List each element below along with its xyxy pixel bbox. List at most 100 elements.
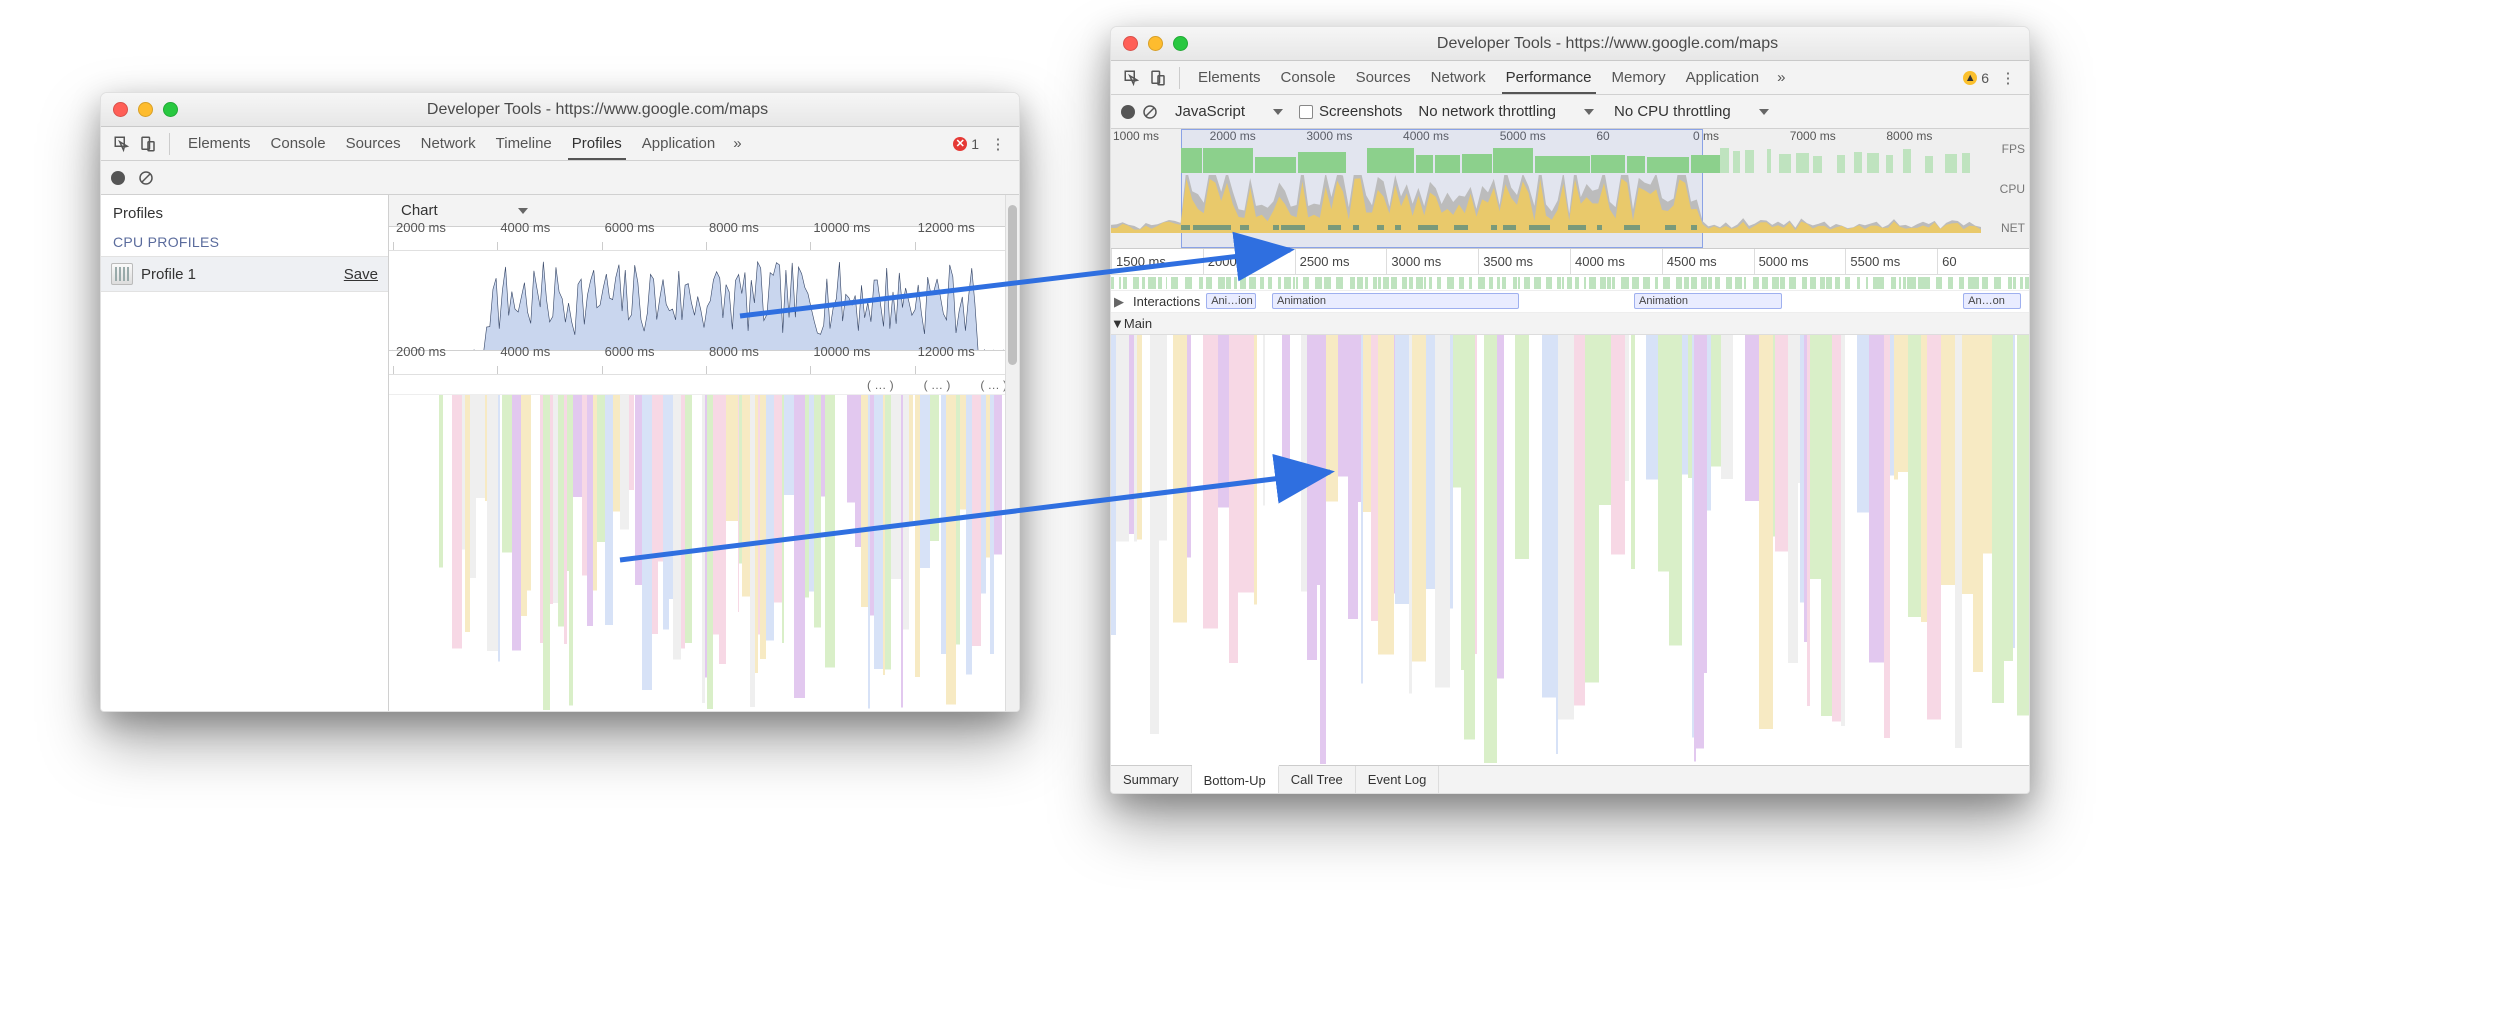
flame-stripe — [1788, 335, 1798, 765]
flame-stripe — [512, 395, 521, 711]
tab-network[interactable]: Network — [411, 127, 486, 160]
flame-stripe — [814, 395, 821, 711]
tab-sources[interactable]: Sources — [336, 127, 411, 160]
net-throttle-select[interactable]: No network throttling — [1414, 103, 1598, 120]
clear-icon[interactable] — [137, 169, 155, 187]
flame-stripe — [1254, 335, 1257, 765]
device-toggle-icon[interactable] — [135, 131, 161, 157]
flame-stripe — [920, 395, 930, 711]
tab-elements[interactable]: Elements — [178, 127, 261, 160]
main-thread-row[interactable]: ▼ Main — [1111, 313, 2029, 335]
flame-stripe — [673, 395, 681, 711]
vertical-scrollbar[interactable] — [1005, 195, 1019, 711]
overview-ruler[interactable]: 2000 ms4000 ms6000 ms8000 ms10000 ms1200… — [389, 227, 1019, 251]
warn-badge[interactable]: ▲ 6 — [1957, 70, 1995, 86]
tick: 2500 ms — [1295, 249, 1387, 274]
tick: 5500 ms — [1845, 249, 1937, 274]
inspect-icon[interactable] — [1119, 65, 1145, 91]
activity-track[interactable] — [1111, 275, 2029, 291]
detail-ruler[interactable]: 2000 ms4000 ms6000 ms8000 ms10000 ms1200… — [389, 351, 1019, 375]
bottom-tab-summary[interactable]: Summary — [1111, 766, 1192, 793]
tabs-overflow-icon[interactable]: » — [725, 135, 749, 152]
flame-stripe — [1363, 335, 1371, 765]
minimize-dot[interactable] — [138, 102, 153, 117]
tick: 8000 ms — [1884, 129, 1981, 145]
bottom-tab-calltree[interactable]: Call Tree — [1279, 766, 1356, 793]
flame-stripe — [1395, 335, 1409, 765]
window-titlebar: Developer Tools - https://www.google.com… — [101, 93, 1019, 127]
tick: 4000 ms — [497, 242, 601, 250]
detail-ruler[interactable]: 1500 ms2000 ms2500 ms3000 ms3500 ms4000 … — [1111, 249, 2029, 275]
flame-stripe — [487, 395, 498, 711]
record-icon[interactable] — [1121, 105, 1135, 119]
minimize-dot[interactable] — [1148, 36, 1163, 51]
profile-row[interactable]: Profile 1 Save — [101, 256, 388, 292]
interactions-row[interactable]: ▶ Interactions Ani…ionAnimationAnimation… — [1111, 291, 2029, 313]
tab-sources[interactable]: Sources — [1346, 61, 1421, 94]
flame-stripe — [1378, 335, 1394, 765]
device-toggle-icon[interactable] — [1145, 65, 1171, 91]
kebab-menu-icon[interactable]: ⋮ — [1995, 65, 2021, 91]
chevron-down-icon — [1584, 109, 1594, 115]
clear-icon[interactable] — [1141, 103, 1159, 121]
animation-seg[interactable]: Ani…ion — [1206, 293, 1255, 309]
record-icon[interactable] — [111, 171, 125, 185]
tab-performance[interactable]: Performance — [1496, 61, 1602, 94]
profile-save-link[interactable]: Save — [344, 266, 378, 283]
animation-seg[interactable]: Animation — [1272, 293, 1519, 309]
kebab-menu-icon[interactable]: ⋮ — [985, 131, 1011, 157]
bottom-tab-eventlog[interactable]: Event Log — [1356, 766, 1440, 793]
animation-seg[interactable]: Animation — [1634, 293, 1782, 309]
tabs-overflow-icon[interactable]: » — [1769, 69, 1793, 86]
cpu-lane — [1111, 175, 1981, 215]
overview-zone[interactable]: 1000 ms2000 ms3000 ms4000 ms5000 ms600 m… — [1111, 129, 2029, 249]
close-dot[interactable] — [1123, 36, 1138, 51]
tab-console[interactable]: Console — [261, 127, 336, 160]
net-seg — [1491, 225, 1497, 230]
flame-stripe — [726, 395, 737, 711]
error-badge[interactable]: ✕ 1 — [947, 136, 985, 152]
profile-chart-area: Chart 2000 ms4000 ms6000 ms8000 ms10000 … — [389, 195, 1019, 711]
tab-elements[interactable]: Elements — [1188, 61, 1271, 94]
tab-profiles[interactable]: Profiles — [562, 127, 632, 160]
fps-bar — [1203, 148, 1252, 173]
bottom-tabbar: Summary Bottom-Up Call Tree Event Log — [1111, 765, 2029, 793]
tab-timeline[interactable]: Timeline — [486, 127, 562, 160]
zoom-dot[interactable] — [163, 102, 178, 117]
zoom-dot[interactable] — [1173, 36, 1188, 51]
flame-stripe — [1810, 335, 1821, 765]
screenshots-checkbox[interactable] — [1299, 105, 1313, 119]
tick: 60 — [1937, 249, 2029, 274]
fps-bar — [1181, 148, 1202, 173]
chevron-right-icon[interactable]: ▶ — [1111, 294, 1127, 310]
bottom-tab-bottomup[interactable]: Bottom-Up — [1192, 765, 1279, 793]
tab-network[interactable]: Network — [1421, 61, 1496, 94]
flame-stripe — [1574, 335, 1585, 765]
net-seg — [1328, 225, 1341, 230]
animation-seg[interactable]: An…on — [1963, 293, 2021, 309]
tab-memory[interactable]: Memory — [1602, 61, 1676, 94]
flame-stripe — [642, 395, 653, 711]
flame-stripe — [766, 395, 774, 711]
flame-stripe — [558, 395, 565, 711]
flame-stripe — [1611, 335, 1625, 765]
tick: 6000 ms — [602, 242, 706, 250]
net-seg — [1281, 225, 1304, 230]
close-dot[interactable] — [113, 102, 128, 117]
flame-stripe — [620, 395, 628, 711]
tab-application[interactable]: Application — [632, 127, 725, 160]
chevron-down-icon[interactable]: ▼ — [1111, 316, 1124, 331]
cpu-overview-chart[interactable] — [389, 251, 1019, 351]
flame-stripe — [2013, 335, 2015, 765]
inspect-icon[interactable] — [109, 131, 135, 157]
flame-chart[interactable] — [389, 395, 1019, 711]
js-select[interactable]: JavaScript — [1171, 103, 1287, 120]
flame-stripe — [613, 395, 621, 711]
ellipsis-1: ( … ) — [867, 378, 894, 392]
main-flame-chart[interactable] — [1111, 335, 2029, 765]
fps-label: FPS — [1981, 129, 2025, 169]
cpu-throttle-select[interactable]: No CPU throttling — [1610, 103, 1773, 120]
tab-console[interactable]: Console — [1271, 61, 1346, 94]
fps-bar — [1462, 154, 1492, 173]
tab-application[interactable]: Application — [1676, 61, 1769, 94]
